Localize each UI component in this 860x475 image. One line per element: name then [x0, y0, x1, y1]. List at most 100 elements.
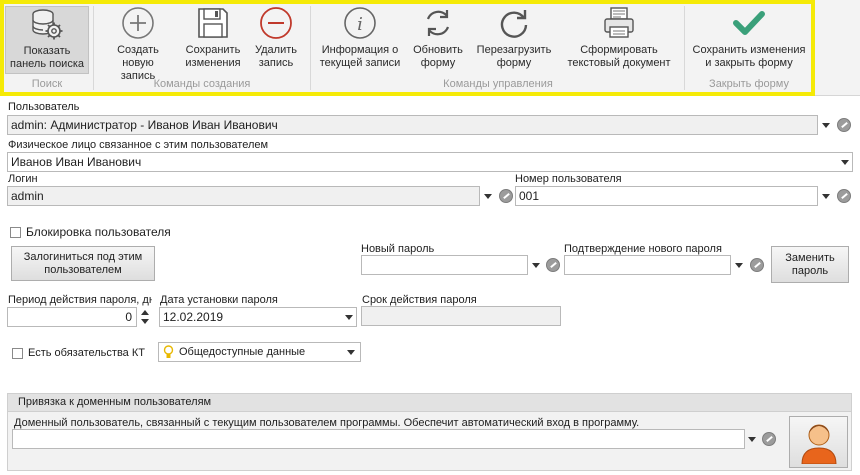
show-search-line1: Показать	[23, 45, 71, 57]
create-line1: Создать	[117, 44, 159, 56]
install-date-label: Дата установки пароля	[160, 294, 278, 306]
confirm-password-dropdown-arrow[interactable]	[732, 255, 746, 275]
checkmark-icon	[733, 11, 765, 35]
save-line2: изменения	[185, 57, 241, 69]
login-as-line1: Залогиниться под этим	[23, 250, 143, 263]
reload-line2: форму	[496, 57, 532, 69]
expiry-label: Срок действия пароля	[362, 294, 477, 306]
text-doc-line1: Сформировать	[580, 44, 658, 56]
domain-user-dropdown-arrow[interactable]	[745, 429, 759, 449]
spin-down-icon[interactable]	[141, 319, 149, 324]
group-caption-close: Закрыть форму	[709, 78, 789, 90]
new-password-clear-icon[interactable]	[546, 258, 560, 272]
confirm-password-field[interactable]	[564, 255, 731, 275]
lightbulb-icon	[163, 345, 174, 358]
login-dropdown-arrow[interactable]	[481, 186, 495, 206]
user-avatar-icon	[800, 424, 837, 464]
access-level-dropdown-arrow[interactable]	[344, 342, 358, 362]
floppy-disk-icon	[198, 8, 228, 38]
reload-icon	[500, 10, 528, 38]
database-gear-icon	[32, 9, 63, 40]
show-search-line2: панель поиска	[10, 58, 84, 70]
ribbon-toolbar: Показать панель поиска Поиск Создать нов…	[0, 0, 860, 96]
info-icon: i	[344, 7, 376, 39]
ribbon-divider	[684, 6, 685, 90]
text-doc-line2: текстовый документ	[567, 57, 671, 69]
save-line1: Сохранить	[185, 44, 241, 56]
refresh-icon	[426, 10, 450, 36]
group-caption-search: Поиск	[31, 78, 63, 90]
user-dropdown-arrow[interactable]	[819, 115, 833, 135]
group-caption-manage: Команды управления	[443, 78, 553, 90]
save-and-close-button[interactable]: Сохранить изменения и закрыть форму	[688, 6, 810, 72]
login-field[interactable]: admin	[7, 186, 480, 206]
ribbon-group-close: Сохранить изменения и закрыть форму Закр…	[686, 4, 812, 92]
domain-description: Доменный пользователь, связанный с текущ…	[14, 417, 640, 429]
generate-text-document-button[interactable]: Сформировать текстовый документ	[561, 6, 677, 72]
domain-user-field[interactable]	[12, 429, 745, 449]
change-password-line2: пароль	[791, 264, 829, 277]
minus-circle-icon	[260, 7, 292, 39]
user-number-clear-icon[interactable]	[837, 189, 851, 203]
refresh-form-button[interactable]: Обновить форму	[407, 6, 469, 72]
domain-panel-header: Привязка к доменным пользователям	[8, 394, 851, 412]
user-number-dropdown-arrow[interactable]	[819, 186, 833, 206]
info-line1: Информация о	[321, 44, 399, 56]
save-changes-button[interactable]: Сохранить изменения	[180, 6, 246, 72]
new-password-dropdown-arrow[interactable]	[529, 255, 543, 275]
plus-circle-icon	[122, 7, 154, 39]
new-password-field[interactable]	[361, 255, 528, 275]
user-clear-icon[interactable]	[837, 118, 851, 132]
svg-text:i: i	[357, 14, 363, 35]
confirm-password-label: Подтверждение нового пароля	[564, 243, 722, 255]
person-label: Физическое лицо связанное с этим пользов…	[8, 139, 269, 151]
period-label: Период действия пароля, дн	[8, 294, 152, 306]
reload-form-button[interactable]: Перезагрузить форму	[471, 6, 557, 72]
printer-icon	[604, 7, 634, 38]
ribbon-divider	[93, 6, 94, 90]
login-as-line2: пользователем	[44, 263, 122, 276]
save-close-line2: и закрыть форму	[705, 57, 793, 69]
change-password-button[interactable]: Заменить пароль	[771, 246, 849, 283]
save-close-line1: Сохранить изменения	[692, 44, 806, 56]
kt-checkbox[interactable]	[12, 348, 23, 359]
period-spinner[interactable]	[138, 307, 152, 327]
group-caption-create: Команды создания	[153, 78, 251, 90]
delete-line1: Удалить	[255, 44, 297, 56]
user-number-field[interactable]: 001	[515, 186, 818, 206]
delete-record-button[interactable]: Удалить запись	[248, 6, 304, 72]
access-level-value: Общедоступные данные	[179, 346, 306, 358]
expiry-field	[361, 306, 561, 326]
select-domain-user-button[interactable]	[789, 416, 848, 468]
access-level-select[interactable]: Общедоступные данные	[158, 342, 361, 362]
ribbon-group-create: Создать новую запись Сохранить изменения…	[96, 4, 308, 92]
ribbon-group-search: Показать панель поиска Поиск	[4, 4, 90, 92]
period-field[interactable]: 0	[7, 307, 137, 327]
change-password-line1: Заменить	[785, 251, 835, 264]
ribbon-divider	[310, 6, 311, 90]
user-label: Пользователь	[8, 101, 80, 113]
confirm-password-clear-icon[interactable]	[750, 258, 764, 272]
login-label: Логин	[8, 173, 38, 185]
login-clear-icon[interactable]	[499, 189, 513, 203]
person-dropdown-arrow[interactable]	[838, 152, 852, 172]
delete-line2: запись	[258, 57, 294, 69]
person-field[interactable]: Иванов Иван Иванович	[7, 152, 853, 172]
block-user-label: Блокировка пользователя	[26, 225, 171, 239]
domain-binding-panel: Привязка к доменным пользователям Доменн…	[7, 393, 852, 471]
user-field[interactable]: admin: Администратор - Иванов Иван Ивано…	[7, 115, 818, 135]
show-search-panel-button[interactable]: Показать панель поиска	[5, 6, 89, 74]
user-number-label: Номер пользователя	[515, 173, 622, 185]
install-date-field[interactable]: 12.02.2019	[159, 307, 357, 327]
refresh-line2: форму	[420, 57, 456, 69]
create-record-button[interactable]: Создать новую запись	[106, 6, 170, 82]
domain-user-clear-icon[interactable]	[762, 432, 776, 446]
reload-line1: Перезагрузить	[476, 44, 552, 56]
spin-up-icon[interactable]	[141, 310, 149, 315]
login-as-user-button[interactable]: Залогиниться под этим пользователем	[11, 246, 155, 281]
install-date-dropdown-arrow[interactable]	[342, 307, 356, 327]
record-info-button[interactable]: i Информация о текущей записи	[317, 6, 403, 72]
block-user-checkbox[interactable]	[10, 227, 21, 238]
refresh-line1: Обновить	[413, 44, 463, 56]
ribbon-group-manage: i Информация о текущей записи Обновить ф…	[313, 4, 683, 92]
